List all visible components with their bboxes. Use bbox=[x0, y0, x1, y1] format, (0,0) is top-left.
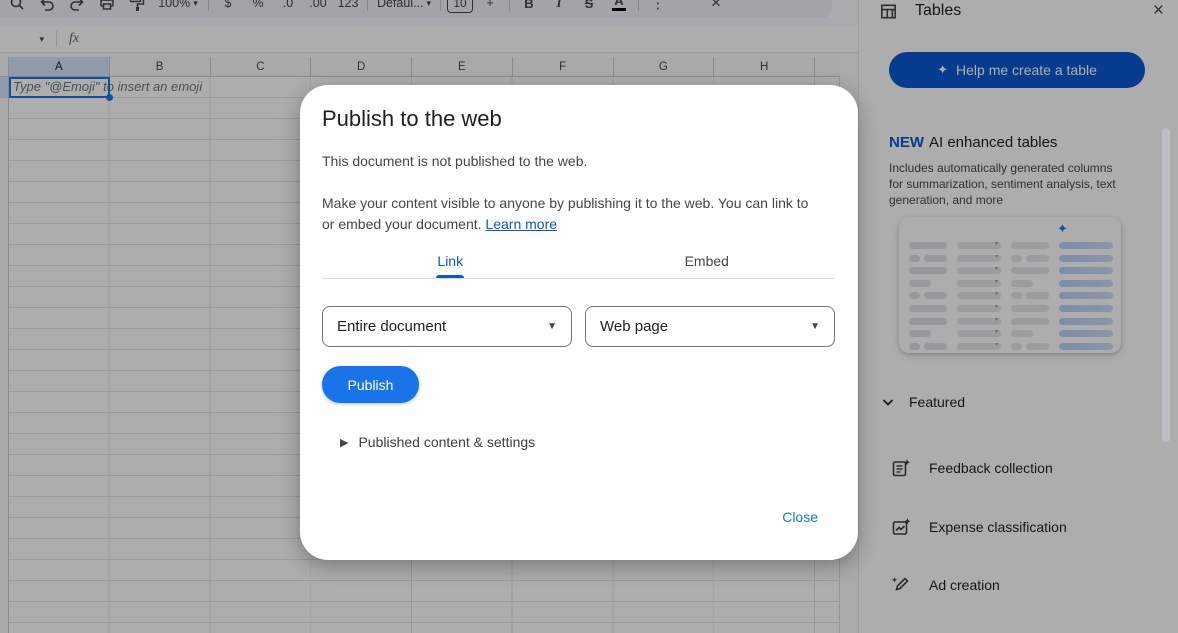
tab-link-label: Link bbox=[437, 253, 463, 269]
format-dropdown-value: Web page bbox=[600, 318, 668, 335]
publish-format-dropdown[interactable]: Web page ▼ bbox=[585, 306, 835, 347]
close-dialog-button[interactable]: Close bbox=[782, 509, 818, 525]
sidebar-scrollbar[interactable] bbox=[1162, 128, 1170, 442]
publish-to-web-dialog: Publish to the web This document is not … bbox=[300, 85, 858, 560]
tab-embed-label: Embed bbox=[685, 253, 729, 269]
dialog-description: Make your content visible to anyone by p… bbox=[322, 193, 824, 234]
tab-embed[interactable]: Embed bbox=[579, 243, 836, 278]
publish-scope-dropdown[interactable]: Entire document ▼ bbox=[322, 306, 572, 347]
expander-arrow-icon: ▶ bbox=[340, 436, 348, 449]
chevron-down-icon: ▼ bbox=[547, 321, 557, 332]
publish-status-text: This document is not published to the we… bbox=[322, 153, 587, 169]
tab-link[interactable]: Link bbox=[322, 243, 579, 278]
publish-tabs: Link Embed bbox=[322, 243, 835, 278]
description-text: Make your content visible to anyone by p… bbox=[322, 195, 808, 232]
learn-more-link[interactable]: Learn more bbox=[485, 216, 557, 232]
expander-label: Published content & settings bbox=[358, 434, 535, 450]
scope-dropdown-value: Entire document bbox=[337, 318, 446, 335]
dialog-title: Publish to the web bbox=[322, 106, 502, 132]
published-content-settings-expander[interactable]: ▶ Published content & settings bbox=[340, 434, 535, 450]
google-sheets-screen: 100% ▾ $ % .0 .00 123 Defaul... ▾ 10 + bbox=[0, 0, 1178, 633]
chevron-down-icon: ▼ bbox=[810, 321, 820, 332]
publish-button[interactable]: Publish bbox=[322, 366, 419, 403]
tabs-divider bbox=[322, 278, 835, 279]
